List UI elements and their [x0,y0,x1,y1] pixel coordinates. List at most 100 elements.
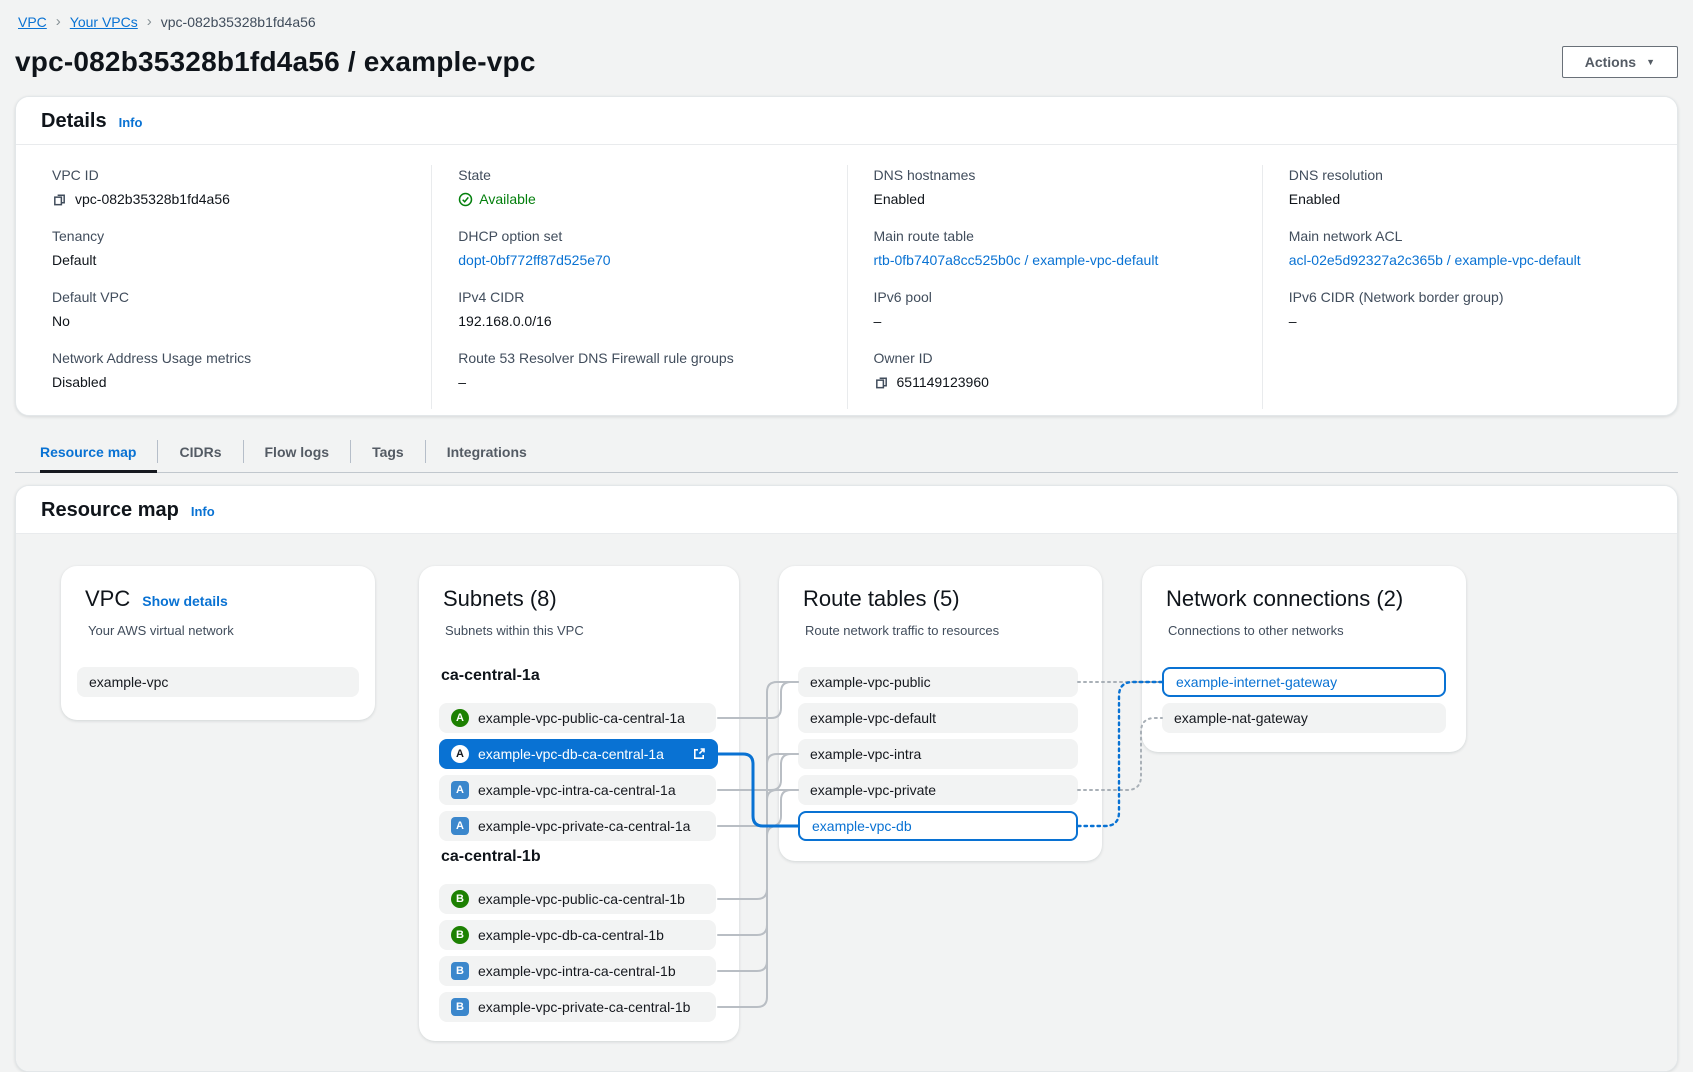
subnets-column-subtitle: Subnets within this VPC [445,623,584,638]
network-connections-column-title: Network connections (2) [1166,586,1403,612]
details-info-link[interactable]: Info [119,115,143,130]
az-a-badge: A [451,709,469,727]
subnet-node-intra-1b[interactable]: B example-vpc-intra-ca-central-1b [439,956,716,986]
field-label: Route 53 Resolver DNS Firewall rule grou… [458,348,820,368]
field-label: Main network ACL [1289,226,1651,246]
subnet-label: example-vpc-db-ca-central-1a [478,746,664,762]
dhcp-option-set-link[interactable]: dopt-0bf772ff87d525e70 [458,250,610,270]
subnet-node-db-1b[interactable]: B example-vpc-db-ca-central-1b [439,920,716,950]
route-table-node-public[interactable]: example-vpc-public [798,667,1078,697]
field-main-network-acl: Main network ACL acl-02e5d92327a2c365b /… [1289,226,1651,270]
subnet-label: example-vpc-public-ca-central-1a [478,710,685,726]
caret-down-icon: ▼ [1646,57,1655,67]
tab-bar: Resource map CIDRs Flow logs Tags Integr… [15,431,1678,473]
field-dhcp-option-set: DHCP option set dopt-0bf772ff87d525e70 [458,226,820,270]
vpc-node-example-vpc[interactable]: example-vpc [77,667,359,697]
details-column-2: State Available DHCP option [431,165,846,409]
subnet-a-badge: A [451,781,469,799]
route-table-node-private[interactable]: example-vpc-private [798,775,1078,805]
status-badge: Available [479,189,536,209]
tab-resource-map[interactable]: Resource map [40,431,157,472]
field-default-vpc: Default VPC No [52,287,405,331]
field-label: State [458,165,820,185]
resource-map-title: Resource map [41,499,179,522]
field-value: 651149123960 [897,372,989,392]
main-network-acl-link[interactable]: acl-02e5d92327a2c365b / example-vpc-defa… [1289,250,1581,270]
az-group-header-ca-central-1b: ca-central-1b [441,848,541,866]
subnet-node-public-1a[interactable]: A example-vpc-public-ca-central-1a [439,703,716,733]
breadcrumb-link-vpc[interactable]: VPC [18,14,47,30]
field-nau-metrics: Network Address Usage metrics Disabled [52,348,405,392]
vpc-column-title: VPC [85,586,130,612]
network-connections-column-card: Network connections (2) Connections to o… [1142,566,1466,752]
resource-map-panel: Resource map Info VPC Show details Your … [15,485,1678,1072]
field-value: Enabled [1289,189,1340,209]
subnet-node-private-1b[interactable]: B example-vpc-private-ca-central-1b [439,992,716,1022]
vpc-column-subtitle: Your AWS virtual network [88,623,234,638]
field-label: Default VPC [52,287,405,307]
field-label: Network Address Usage metrics [52,348,405,368]
copy-icon[interactable] [52,192,67,207]
breadcrumb-current: vpc-082b35328b1fd4a56 [161,14,316,30]
field-value: Enabled [874,189,925,209]
route-tables-column-card: Route tables (5) Route network traffic t… [779,566,1102,861]
field-owner-id: Owner ID 651149123960 [874,348,1236,392]
resource-map-info-link[interactable]: Info [191,504,215,519]
field-label: IPv6 pool [874,287,1236,307]
network-connection-label: example-internet-gateway [1176,674,1337,690]
subnet-b-badge: B [451,962,469,980]
subnet-node-public-1b[interactable]: B example-vpc-public-ca-central-1b [439,884,716,914]
network-connection-node-nat-gateway[interactable]: example-nat-gateway [1162,703,1446,733]
field-value: vpc-082b35328b1fd4a56 [75,189,230,209]
tab-cidrs[interactable]: CIDRs [158,431,242,472]
subnet-node-intra-1a[interactable]: A example-vpc-intra-ca-central-1a [439,775,716,805]
tab-tags[interactable]: Tags [351,431,425,472]
network-connection-label: example-nat-gateway [1174,710,1308,726]
subnet-label: example-vpc-intra-ca-central-1b [478,963,676,979]
actions-button[interactable]: Actions ▼ [1562,46,1678,78]
subnet-label: example-vpc-db-ca-central-1b [478,927,664,943]
route-table-label: example-vpc-intra [810,746,921,762]
field-label: IPv6 CIDR (Network border group) [1289,287,1651,307]
subnet-label: example-vpc-intra-ca-central-1a [478,782,676,798]
main-route-table-link[interactable]: rtb-0fb7407a8cc525b0c / example-vpc-defa… [874,250,1159,270]
details-column-4: DNS resolution Enabled Main network ACL … [1262,165,1677,409]
copy-icon[interactable] [874,375,889,390]
subnet-label: example-vpc-private-ca-central-1a [478,818,690,834]
breadcrumb-separator-icon: › [56,14,61,29]
route-table-node-db-highlighted[interactable]: example-vpc-db [798,811,1078,841]
field-route53-firewall: Route 53 Resolver DNS Firewall rule grou… [458,348,820,392]
field-label: Owner ID [874,348,1236,368]
tab-flow-logs[interactable]: Flow logs [244,431,351,472]
tab-integrations[interactable]: Integrations [426,431,548,472]
subnet-node-db-1a-selected[interactable]: A example-vpc-db-ca-central-1a [439,739,718,769]
subnets-column-card: Subnets (8) Subnets within this VPC ca-c… [419,566,739,1041]
breadcrumb-link-your-vpcs[interactable]: Your VPCs [70,14,138,30]
vpc-show-details-link[interactable]: Show details [142,593,228,609]
route-table-node-intra[interactable]: example-vpc-intra [798,739,1078,769]
network-connection-node-internet-gateway-highlighted[interactable]: example-internet-gateway [1162,667,1446,697]
network-connections-column-subtitle: Connections to other networks [1168,623,1344,638]
resource-map-body: VPC Show details Your AWS virtual networ… [16,534,1677,1071]
az-a-badge: A [451,745,469,763]
external-link-icon[interactable] [682,747,706,761]
vpc-column-card: VPC Show details Your AWS virtual networ… [61,566,375,720]
field-label: DNS hostnames [874,165,1236,185]
subnet-node-private-1a[interactable]: A example-vpc-private-ca-central-1a [439,811,716,841]
details-column-3: DNS hostnames Enabled Main route table r… [847,165,1262,409]
az-group-header-ca-central-1a: ca-central-1a [441,667,540,685]
details-title: Details [41,110,107,133]
route-table-label: example-vpc-db [812,818,912,834]
route-tables-column-subtitle: Route network traffic to resources [805,623,999,638]
field-label: Main route table [874,226,1236,246]
details-grid: VPC ID vpc-082b35328b1fd4a56 Tenancy Def… [16,145,1677,415]
page-title: vpc-082b35328b1fd4a56 / example-vpc [15,46,536,78]
details-panel: Details Info VPC ID vpc-082b35328b1fd4a5… [15,96,1678,416]
route-table-node-default[interactable]: example-vpc-default [798,703,1078,733]
actions-button-label: Actions [1585,54,1636,70]
field-value: – [458,372,466,392]
field-value: Default [52,250,96,270]
route-table-label: example-vpc-default [810,710,936,726]
az-b-badge: B [451,926,469,944]
field-value: – [1289,311,1297,331]
